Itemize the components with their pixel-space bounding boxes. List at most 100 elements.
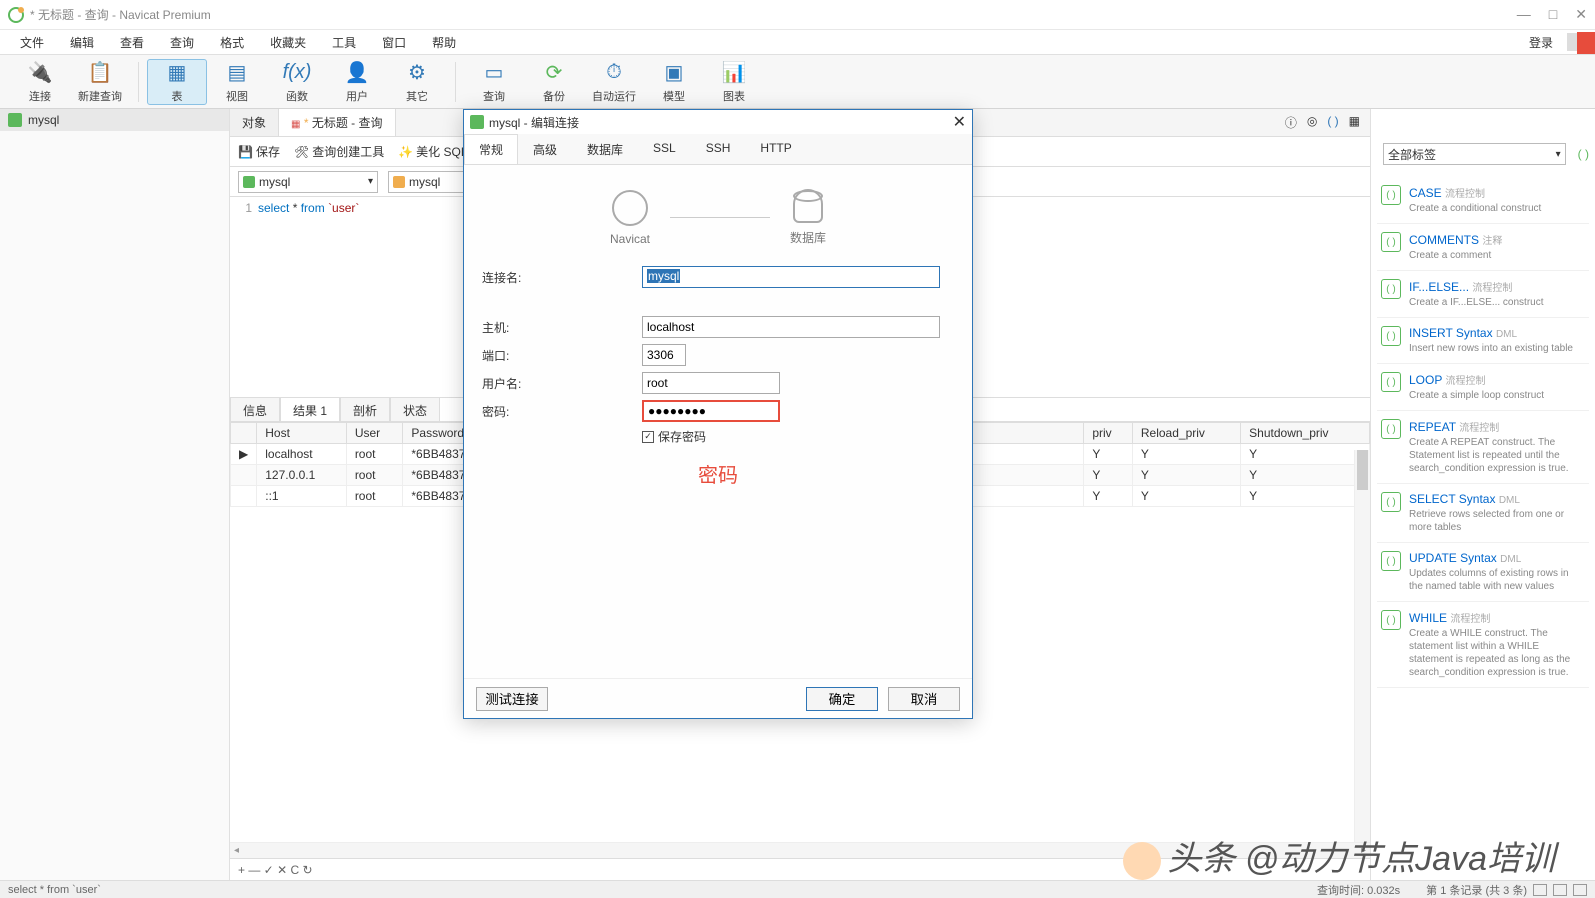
beautify-sql-button[interactable]: ✨ 美化 SQL [398, 143, 467, 160]
code-icon[interactable]: ( ) [1327, 114, 1338, 131]
tool-user[interactable]: 👤用户 [327, 60, 387, 104]
dlg-tab-advanced[interactable]: 高级 [518, 134, 572, 164]
col-priv[interactable]: priv [1084, 423, 1133, 444]
tab-untitled-query[interactable]: ▦ * 无标题 - 查询 [279, 109, 395, 136]
tool-query[interactable]: ▭查询 [464, 60, 524, 104]
snippet-item[interactable]: ( )IF...ELSE... 流程控制Create a IF...ELSE..… [1377, 271, 1589, 318]
snippet-item[interactable]: ( )UPDATE Syntax DMLUpdates columns of e… [1377, 543, 1589, 602]
menu-tools[interactable]: 工具 [320, 31, 368, 54]
vertical-scrollbar[interactable]: ▴ [1354, 450, 1370, 842]
info-icon[interactable]: ⓘ [1285, 114, 1297, 131]
snippet-icon: ( ) [1381, 492, 1401, 512]
dlg-tab-http[interactable]: HTTP [745, 134, 806, 164]
connection-combo[interactable]: mysql▾ [238, 171, 378, 193]
host-input[interactable] [642, 316, 940, 338]
tab-objects[interactable]: 对象 [230, 109, 279, 136]
minimize-button[interactable]: — [1517, 6, 1531, 23]
tool-connect[interactable]: 🔌连接 [10, 60, 70, 104]
result-tab-profile[interactable]: 剖析 [340, 397, 390, 421]
tool-table[interactable]: ▦表 [147, 59, 207, 105]
record-nav-footer[interactable]: + — ✓ ✕ C ↻ [230, 858, 1370, 880]
password-input[interactable] [642, 400, 780, 422]
menu-query[interactable]: 查询 [158, 31, 206, 54]
menu-format[interactable]: 格式 [208, 31, 256, 54]
menu-file[interactable]: 文件 [8, 31, 56, 54]
save-password-checkbox[interactable]: ✓ 保存密码 [642, 428, 954, 445]
menu-help[interactable]: 帮助 [420, 31, 468, 54]
dlg-tab-ssl[interactable]: SSL [638, 134, 691, 164]
side-red-tab [1577, 32, 1595, 54]
checkbox-icon: ✓ [642, 431, 654, 443]
menu-edit[interactable]: 编辑 [58, 31, 106, 54]
refresh-icon[interactable]: ( ) [1578, 147, 1589, 161]
dlg-tab-ssh[interactable]: SSH [691, 134, 746, 164]
editor-gutter: 1 [234, 201, 258, 393]
menubar: 文件 编辑 查看 查询 格式 收藏夹 工具 窗口 帮助 登录 [0, 30, 1595, 54]
snippet-item[interactable]: ( )WHILE 流程控制Create a WHILE construct. T… [1377, 602, 1589, 688]
snippet-item[interactable]: ( )REPEAT 流程控制Create A REPEAT construct.… [1377, 411, 1589, 484]
snippet-item[interactable]: ( )COMMENTS 注释Create a comment [1377, 224, 1589, 271]
connection-icon [243, 176, 255, 188]
horizontal-scrollbar[interactable]: ◂▸ [230, 842, 1370, 858]
snippet-icon: ( ) [1381, 232, 1401, 252]
query-builder-button[interactable]: 🛠 查询创建工具 [294, 143, 384, 160]
maximize-button[interactable]: □ [1549, 6, 1557, 23]
menu-window[interactable]: 窗口 [370, 31, 418, 54]
save-button[interactable]: 💾 保存 [238, 143, 280, 160]
col-host[interactable]: Host [257, 423, 347, 444]
tool-function[interactable]: f(x)函数 [267, 60, 327, 104]
status-box-icon[interactable] [1533, 884, 1547, 896]
status-box-icon[interactable] [1573, 884, 1587, 896]
snippet-icon: ( ) [1381, 279, 1401, 299]
navicat-visual: Navicat [610, 190, 650, 246]
snippet-icon: ( ) [1381, 372, 1401, 392]
tool-view[interactable]: ▤视图 [207, 60, 267, 104]
col-user[interactable]: User [346, 423, 403, 444]
host-label: 主机: [482, 319, 642, 336]
grid-icon[interactable]: ▦ [1349, 114, 1360, 131]
result-tab-info[interactable]: 信息 [230, 397, 280, 421]
snippet-icon: ( ) [1381, 419, 1401, 439]
tool-auto[interactable]: ⏱自动运行 [584, 60, 644, 104]
conn-name-label: 连接名: [482, 269, 642, 286]
user-input[interactable] [642, 372, 780, 394]
database-visual: 数据库 [790, 189, 826, 246]
tool-other[interactable]: ⚙其它 [387, 60, 447, 104]
snippet-item[interactable]: ( )INSERT Syntax DMLInsert new rows into… [1377, 318, 1589, 364]
main-toolbar: 🔌连接 📋新建查询 ▦表 ▤视图 f(x)函数 👤用户 ⚙其它 ▭查询 ⟳备份 … [0, 54, 1595, 109]
menu-view[interactable]: 查看 [108, 31, 156, 54]
sidebar-item-mysql[interactable]: mysql [0, 109, 229, 131]
sidebar-item-label: mysql [28, 113, 59, 127]
col-reload-priv[interactable]: Reload_priv [1132, 423, 1240, 444]
snippet-item[interactable]: ( )CASE 流程控制Create a conditional constru… [1377, 177, 1589, 224]
tags-filter-combo[interactable]: 全部标签▾ [1383, 143, 1566, 165]
test-connection-button[interactable]: 测试连接 [476, 687, 548, 711]
tool-backup[interactable]: ⟳备份 [524, 60, 584, 104]
snippet-item[interactable]: ( )LOOP 流程控制Create a simple loop constru… [1377, 364, 1589, 411]
close-button[interactable]: ✕ [1575, 6, 1587, 23]
snippet-item[interactable]: ( )SELECT Syntax DMLRetrieve rows select… [1377, 484, 1589, 543]
result-tab-result[interactable]: 结果 1 [280, 397, 340, 421]
col-shutdown-priv[interactable]: Shutdown_priv [1241, 423, 1370, 444]
database-combo[interactable]: mysql [388, 171, 468, 193]
result-tab-status[interactable]: 状态 [390, 397, 440, 421]
snippet-icon: ( ) [1381, 551, 1401, 571]
status-bar: select * from `user` 查询时间: 0.032s 第 1 条记… [0, 880, 1595, 898]
port-label: 端口: [482, 347, 642, 364]
dlg-tab-general[interactable]: 常规 [464, 134, 518, 164]
conn-name-input[interactable]: mysql [642, 266, 940, 288]
database-cylinder-icon [793, 189, 823, 223]
connection-line-icon [670, 217, 770, 218]
dialog-close-button[interactable]: ✕ [953, 112, 966, 132]
tool-chart[interactable]: 📊图表 [704, 60, 764, 104]
port-input[interactable] [642, 344, 686, 366]
status-box-icon[interactable] [1553, 884, 1567, 896]
login-link[interactable]: 登录 [1521, 31, 1561, 54]
dlg-tab-database[interactable]: 数据库 [572, 134, 638, 164]
tool-model[interactable]: ▣模型 [644, 60, 704, 104]
cancel-button[interactable]: 取消 [888, 687, 960, 711]
ok-button[interactable]: 确定 [806, 687, 878, 711]
target-icon[interactable]: ◎ [1307, 114, 1317, 131]
menu-favorites[interactable]: 收藏夹 [258, 31, 318, 54]
tool-new-query[interactable]: 📋新建查询 [70, 60, 130, 104]
